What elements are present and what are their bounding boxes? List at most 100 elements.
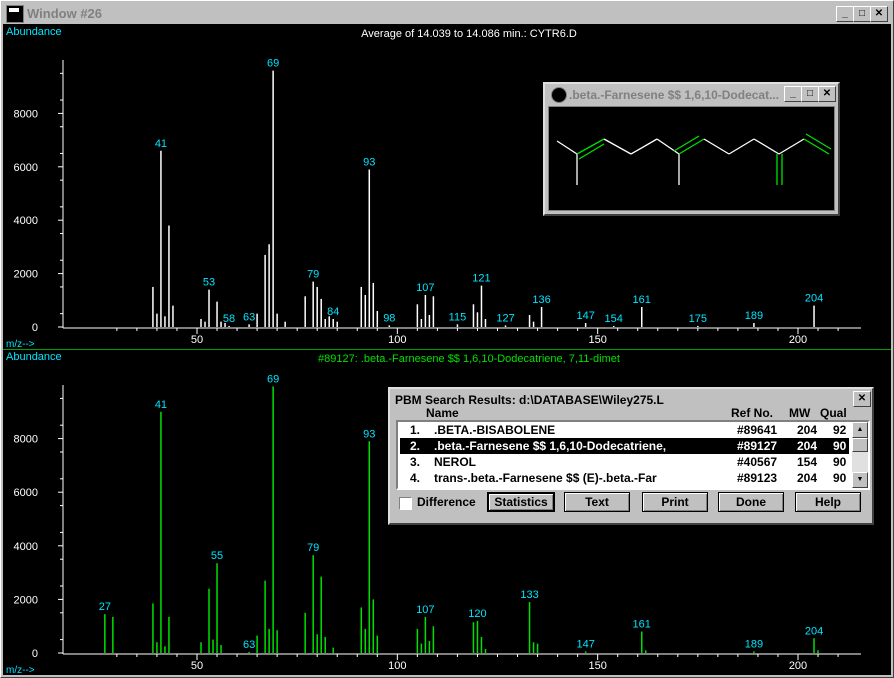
molecule-icon — [551, 87, 567, 103]
peak-label: 63 — [243, 311, 255, 323]
y-tick-label: 4000 — [14, 541, 38, 553]
scroll-down-button[interactable]: ▼ — [852, 472, 868, 488]
maximize-button[interactable]: □ — [853, 6, 871, 22]
farnesene-structure — [556, 133, 832, 185]
x-tick-label: 50 — [191, 660, 203, 672]
peak-label: 93 — [363, 156, 375, 168]
y-axis-label: Abundance — [6, 26, 62, 38]
result-ref: #89641 — [737, 423, 778, 437]
col-header-name: Name — [426, 406, 459, 420]
pbm-close-button[interactable]: ✕ — [853, 391, 871, 407]
peak-label: 147 — [576, 638, 594, 650]
peak-label: 161 — [633, 619, 651, 631]
difference-checkbox[interactable] — [399, 497, 412, 510]
result-mw: 154 — [797, 455, 818, 469]
peak-label: 115 — [449, 311, 467, 323]
result-name: trans-.beta.-Farnesene $$ (E)-.beta.-Far — [434, 471, 657, 485]
spectrum-title: Average of 14.039 to 14.086 min.: CYTR6.… — [361, 28, 577, 40]
peak-label: 69 — [267, 58, 279, 70]
x-tick-label: 100 — [388, 334, 406, 346]
peak-label: 147 — [576, 310, 594, 322]
result-row[interactable]: 3. NEROL #40567 154 90 — [400, 454, 849, 470]
x-tick-label: 150 — [588, 660, 606, 672]
x-axis-label: m/z--> — [6, 665, 35, 675]
peak-label: 127 — [496, 312, 514, 324]
peak-label: 136 — [532, 294, 550, 306]
result-mw: 204 — [797, 471, 818, 485]
result-row[interactable]: 2. .beta.-Farnesene $$ 1,6,10-Dodecatrien… — [400, 438, 849, 454]
peak-label: 79 — [307, 542, 319, 554]
y-axis-label: Abundance — [6, 351, 62, 363]
y-tick-label: 8000 — [14, 108, 38, 120]
peak-label: 79 — [307, 269, 319, 281]
statistics-button[interactable]: Statistics — [487, 492, 555, 512]
structure-close-button[interactable]: ✕ — [818, 86, 836, 102]
result-qual: 90 — [833, 471, 847, 485]
result-num: 3. — [410, 455, 421, 469]
text-button[interactable]: Text — [564, 492, 630, 512]
peak-label: 53 — [203, 277, 215, 289]
col-header-ref: Ref No. — [731, 406, 773, 420]
result-row[interactable]: 4. trans-.beta.-Farnesene $$ (E)-.beta.-F… — [400, 470, 849, 486]
minimize-button[interactable]: _ — [836, 6, 854, 22]
spectrum-title: #89127: .beta.-Farnesene $$ 1,6,10-Dodec… — [318, 353, 620, 365]
peak-label: 175 — [689, 313, 707, 325]
peak-label: 204 — [805, 625, 823, 637]
window-title: Window #26 — [27, 6, 103, 21]
peak-label: 98 — [383, 312, 395, 324]
peak-label: 154 — [605, 313, 623, 325]
peak-label: 107 — [416, 282, 434, 294]
print-button[interactable]: Print — [642, 492, 708, 512]
results-list[interactable]: 1. .BETA.-BISABOLENE #89641 204 92 2. .beta.-F… — [396, 420, 870, 490]
result-mw: 204 — [797, 439, 818, 453]
y-tick-label: 6000 — [14, 487, 38, 499]
peak-label: 84 — [327, 306, 339, 318]
pbm-dialog[interactable]: PBM Search Results: d:\DATABASE\Wiley275… — [388, 387, 874, 525]
x-tick-label: 150 — [588, 334, 606, 346]
y-tick-label: 0 — [32, 322, 38, 334]
x-tick-label: 200 — [789, 334, 807, 346]
peak-label: 161 — [633, 294, 651, 306]
peak-label: 63 — [243, 639, 255, 651]
result-ref: #40567 — [737, 455, 778, 469]
peak-label: 27 — [99, 601, 111, 613]
peak-label: 121 — [472, 273, 490, 285]
help-button[interactable]: Help — [795, 492, 861, 512]
y-tick-label: 8000 — [14, 434, 38, 446]
structure-maximize-button[interactable]: □ — [801, 86, 819, 102]
window-titlebar[interactable]: Window #26 _ □ ✕ — [3, 3, 889, 23]
peak-label: 189 — [745, 638, 763, 650]
x-tick-label: 50 — [191, 334, 203, 346]
result-qual: 90 — [833, 439, 847, 453]
structure-drawing-area — [548, 106, 835, 211]
y-tick-label: 2000 — [14, 594, 38, 606]
y-tick-label: 4000 — [14, 215, 38, 227]
result-ref: #89123 — [737, 471, 778, 485]
structure-titlebar[interactable]: .beta.-Farnesene $$ 1,6,10-Dodecat... _ … — [547, 86, 836, 104]
peak-label: 133 — [520, 589, 538, 601]
y-tick-label: 2000 — [14, 269, 38, 281]
results-scrollbar[interactable]: ▲ ▼ — [852, 422, 868, 488]
app-icon — [6, 5, 24, 23]
result-mw: 204 — [797, 423, 818, 437]
structure-window[interactable]: .beta.-Farnesene $$ 1,6,10-Dodecat... _ … — [543, 82, 840, 216]
peak-label: 107 — [416, 604, 434, 616]
done-button[interactable]: Done — [718, 492, 784, 512]
col-header-mw: MW — [789, 406, 811, 420]
peak-label: 93 — [363, 428, 375, 440]
result-qual: 92 — [833, 423, 847, 437]
peak-label: 189 — [745, 310, 763, 322]
peak-label: 120 — [468, 608, 486, 620]
structure-minimize-button[interactable]: _ — [784, 86, 802, 102]
x-tick-label: 100 — [388, 660, 406, 672]
y-tick-label: 0 — [32, 648, 38, 660]
result-row[interactable]: 1. .BETA.-BISABOLENE #89641 204 92 — [400, 422, 849, 438]
peak-label: 69 — [267, 373, 279, 385]
result-qual: 90 — [833, 455, 847, 469]
scroll-up-button[interactable]: ▲ — [852, 422, 868, 438]
peak-label: 204 — [805, 293, 823, 305]
result-num: 2. — [410, 439, 421, 453]
scroll-thumb[interactable] — [852, 438, 868, 452]
peak-label: 41 — [155, 138, 167, 150]
close-button[interactable]: ✕ — [870, 6, 888, 22]
